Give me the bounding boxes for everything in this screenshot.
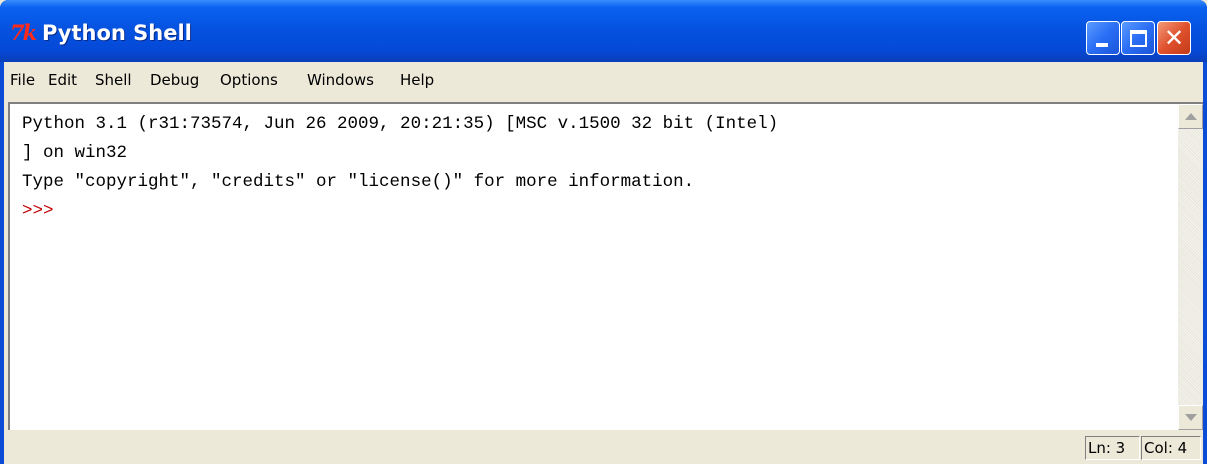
arrow-down-icon bbox=[1185, 414, 1197, 421]
shell-output-line: Type "copyright", "credits" or "license(… bbox=[22, 172, 695, 192]
status-bar: Ln: 3 Col: 4 bbox=[4, 430, 1203, 464]
maximize-button[interactable] bbox=[1121, 21, 1155, 55]
shell-output-line: Python 3.1 (r31:73574, Jun 26 2009, 20:2… bbox=[22, 114, 779, 134]
status-column-number: Col: 4 bbox=[1141, 436, 1201, 460]
shell-prompt: >>> bbox=[22, 201, 54, 221]
tk-icon[interactable]: 7k bbox=[10, 20, 40, 46]
menu-options[interactable]: Options bbox=[220, 70, 278, 90]
menu-help[interactable]: Help bbox=[400, 70, 434, 90]
menu-bar: File Edit Shell Debug Options Windows He… bbox=[4, 62, 1203, 98]
close-icon: ✕ bbox=[1163, 24, 1185, 52]
maximize-icon bbox=[1130, 30, 1147, 47]
client-area: File Edit Shell Debug Options Windows He… bbox=[4, 62, 1203, 464]
shell-text-area[interactable]: Python 3.1 (r31:73574, Jun 26 2009, 20:2… bbox=[12, 106, 1178, 428]
minimize-icon bbox=[1096, 43, 1108, 47]
vertical-scrollbar[interactable] bbox=[1178, 104, 1203, 430]
window-title: Python Shell bbox=[42, 21, 192, 45]
scroll-up-button[interactable] bbox=[1178, 104, 1203, 129]
shell-editor-frame: Python 3.1 (r31:73574, Jun 26 2009, 20:2… bbox=[8, 102, 1203, 430]
shell-output-line: ] on win32 bbox=[22, 143, 128, 163]
title-bar[interactable]: 7k Python Shell ✕ bbox=[0, 0, 1207, 62]
close-button[interactable]: ✕ bbox=[1157, 21, 1191, 55]
menu-shell[interactable]: Shell bbox=[95, 70, 132, 90]
minimize-button[interactable] bbox=[1086, 21, 1120, 55]
menu-debug[interactable]: Debug bbox=[150, 70, 199, 90]
arrow-up-icon bbox=[1185, 113, 1197, 120]
menu-file[interactable]: File bbox=[10, 70, 35, 90]
menu-edit[interactable]: Edit bbox=[48, 70, 77, 90]
status-line-number: Ln: 3 bbox=[1085, 436, 1140, 460]
python-shell-window: 7k Python Shell ✕ File Edit Shell Debug … bbox=[0, 0, 1207, 464]
menu-windows[interactable]: Windows bbox=[307, 70, 374, 90]
scroll-down-button[interactable] bbox=[1178, 405, 1203, 430]
